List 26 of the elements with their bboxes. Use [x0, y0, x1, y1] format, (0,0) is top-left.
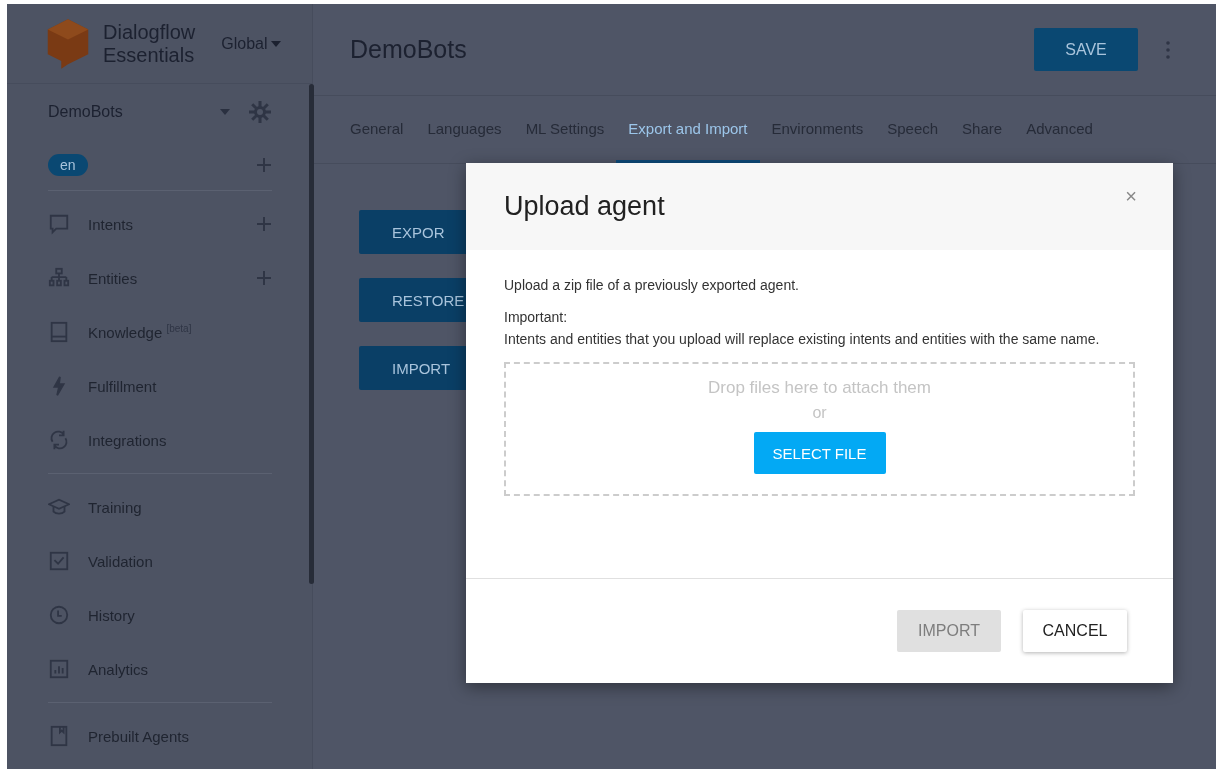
caret-icon [270, 40, 281, 47]
bookmark-icon [48, 725, 70, 747]
settings-icon[interactable] [248, 100, 272, 124]
book-icon [48, 321, 70, 343]
add-icon[interactable] [256, 157, 272, 173]
chat-icon [48, 213, 70, 235]
close-button[interactable]: × [1125, 185, 1137, 208]
logo-icon [45, 16, 91, 71]
cancel-button[interactable]: CANCEL [1023, 610, 1127, 652]
bar-chart-icon [48, 658, 70, 680]
scrollbar[interactable] [309, 84, 314, 584]
add-icon[interactable] [256, 270, 272, 286]
select-file-button[interactable]: SELECT FILE [753, 432, 886, 474]
more-icon[interactable] [1166, 40, 1170, 59]
or-text: or [812, 404, 827, 422]
save-button[interactable]: SAVE [1034, 28, 1138, 71]
sync-icon [48, 429, 70, 451]
note-text: Intents and entities that you upload will replace existing intents and entities with the same name. [504, 330, 1101, 349]
drop-hint: Drop files here to attach them [708, 378, 931, 398]
caret-icon[interactable] [220, 109, 230, 115]
checkbox-icon [48, 550, 70, 572]
clock-icon [48, 604, 70, 626]
add-icon[interactable] [256, 216, 272, 232]
hierarchy-icon [48, 267, 70, 289]
drop-zone[interactable]: Drop files here to attach them or SELECT FILE [504, 362, 1135, 496]
language-chip[interactable]: en [48, 154, 88, 176]
